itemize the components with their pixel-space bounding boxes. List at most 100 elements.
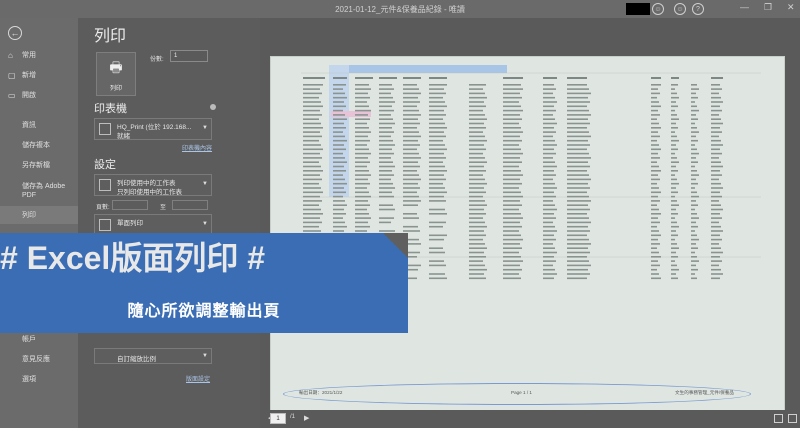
preview-cell [379,96,393,99]
preview-cell [429,165,445,168]
preview-cell [711,260,722,262]
preview-cell [567,131,589,133]
nav-save-as[interactable]: 另存新檔 [0,156,78,174]
nav-info[interactable]: 資訊 [0,116,78,134]
preview-cell [379,174,394,176]
printer-icon: 🖶 [109,58,123,75]
preview-cell [469,148,486,151]
preview-cell [403,170,417,172]
preview-cell [379,165,395,168]
footer-left: 輸出日期：2021/1/22 [299,390,343,395]
zoom-page-icon[interactable] [788,414,797,423]
preview-cell [711,225,721,228]
preview-cell [429,273,445,275]
back-arrow-icon[interactable]: ← [8,26,22,40]
preview-cell [503,131,523,133]
preview-cell [469,88,483,90]
preview-cell [543,165,557,168]
preview-cell [403,195,419,198]
preview-cell [379,144,395,146]
preview-cell [567,247,588,249]
preview-cell [543,256,554,258]
preview-cell [691,118,698,120]
preview-cell [651,217,658,219]
preview-cell [379,135,391,138]
preview-cell [567,96,588,99]
preview-cell [671,144,676,146]
nav-home[interactable]: ⌂ 常用 [0,46,78,64]
pages-from-input[interactable] [112,200,148,210]
preview-cell [543,225,555,228]
preview-cell [355,200,368,202]
preview-cell [711,101,723,103]
help-icon[interactable]: ? [692,3,704,15]
preview-cell [355,165,367,168]
nav-label: 選項 [22,376,36,383]
preview-cell [711,230,723,232]
next-page-icon[interactable]: ▶ [304,414,309,422]
preview-cell [543,174,556,176]
pages-to-input[interactable] [172,200,208,210]
preview-cell [379,204,393,206]
nav-save-copy[interactable]: 儲存複本 [0,136,78,154]
print-button[interactable]: 🖶 列印 [96,52,136,96]
nav-options[interactable]: 選項 [0,370,78,388]
preview-cell [567,174,589,176]
preview-cell [567,264,591,267]
preview-cell [691,174,699,176]
preview-cell [711,217,722,219]
current-page-input[interactable]: 1 [270,413,286,424]
preview-cell [429,92,446,95]
show-margins-icon[interactable] [774,414,783,423]
preview-cell [333,208,344,211]
preview-cell [671,127,678,129]
preview-cell [469,273,484,275]
preview-cell [429,187,445,189]
nav-print[interactable]: 列印 [0,206,78,224]
nav-feedback[interactable]: 意見反應 [0,350,78,368]
preview-cell [379,92,391,95]
preview-cell [303,152,320,155]
preview-cell [303,88,320,90]
preview-cell [333,101,344,103]
preview-cell [429,131,444,133]
scaling-dropdown[interactable]: 自訂縮放比例 ▼ [94,348,212,364]
nav-save-pdf[interactable]: 儲存為 Adobe PDF [0,178,78,204]
print-scope-dropdown[interactable]: 列印使用中的工作表 只列印使用中的工作表 ▼ [94,174,212,196]
preview-cell [403,161,418,163]
preview-cell [355,213,369,215]
nav-new[interactable]: ▢ 新增 [0,66,78,84]
preview-cell [651,118,657,120]
preview-cell [403,109,419,112]
preview-cell [503,84,521,86]
preview-cell [469,221,485,224]
preview-cell [691,204,698,206]
printer-properties-link[interactable]: 印表機內容 [182,143,212,152]
preview-cell [567,109,589,112]
minimize-icon[interactable]: — [740,2,749,12]
info-icon[interactable] [210,104,216,110]
preview-cell [503,234,521,237]
page-title: 列印 [94,28,127,45]
preview-cell [651,182,657,185]
preview-cell [403,131,419,133]
preview-cell [379,131,394,133]
preview-cell [355,84,369,86]
account-icon[interactable]: ☺ [652,3,664,15]
preview-cell [429,195,444,198]
preview-cell [429,88,444,90]
preview-cell [651,122,659,125]
page-setup-link[interactable]: 版面設定 [186,374,210,383]
restore-icon[interactable]: ❐ [764,2,772,13]
preview-cell [543,88,556,90]
preview-cell [711,139,721,142]
smile-icon[interactable]: ☺ [674,3,686,15]
nav-label: 意見反應 [22,356,50,363]
close-icon[interactable]: ✕ [787,2,795,13]
preview-cell [567,178,591,181]
copies-input[interactable]: 1 [170,50,208,62]
printer-dropdown[interactable]: HQ_Print (位於 192.168... 就緒 ▼ [94,118,212,140]
preview-cell [429,144,445,146]
nav-open[interactable]: ▭ 開啟 [0,86,78,104]
preview-cell [651,200,660,202]
